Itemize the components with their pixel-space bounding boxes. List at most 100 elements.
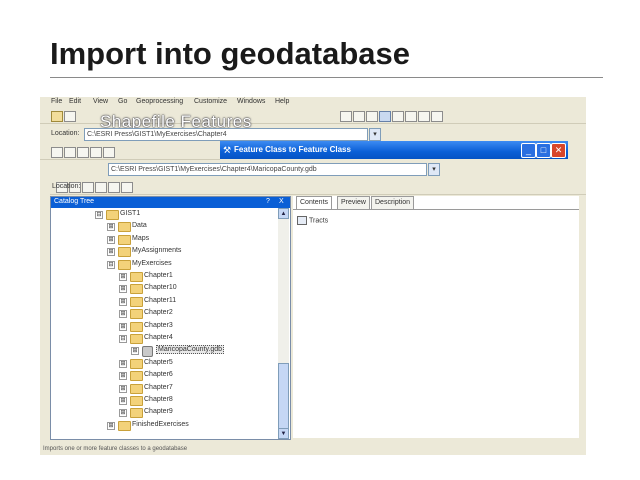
tree-item[interactable]: ⊞ MaricopaCounty.gdb (51, 345, 276, 358)
expand-icon[interactable]: ⊞ (107, 223, 115, 232)
tree-item[interactable]: ⊞ Chapter11 (51, 296, 276, 308)
close-pane-button[interactable]: X (279, 198, 284, 205)
tree-item[interactable]: ⊟ GIST1 (51, 209, 276, 221)
tree-item-label: GIST1 (120, 210, 141, 217)
list-item[interactable]: Tracts (297, 216, 328, 225)
tree-item[interactable]: ⊞ Chapter8 (51, 395, 276, 407)
expand-icon[interactable]: ⊞ (119, 384, 127, 393)
menu-geoprocessing[interactable]: Geoprocessing (136, 98, 183, 105)
full-extent-icon[interactable] (379, 111, 391, 122)
tab-contents[interactable]: Contents (296, 196, 333, 210)
folder-icon (130, 408, 143, 419)
menu-view[interactable]: View (93, 98, 108, 105)
menu-go[interactable]: Go (118, 98, 127, 105)
status-bar: Imports one or more feature classes to a… (40, 445, 586, 455)
tree-item[interactable]: ⊟ Chapter4 (51, 333, 276, 345)
expand-icon[interactable]: ⊞ (107, 235, 115, 244)
status-text: Imports one or more feature classes to a… (43, 446, 188, 452)
tree-item-label: Maps (132, 234, 150, 242)
folder-icon (130, 321, 143, 332)
tree-item[interactable]: ⊞ Chapter7 (51, 383, 276, 395)
menu-bar: File Edit View Go Geoprocessing Customiz… (40, 97, 586, 108)
refresh-icon[interactable] (121, 182, 133, 193)
expand-icon[interactable]: ⊞ (119, 297, 127, 306)
info-icon[interactable] (431, 111, 443, 122)
copy-icon[interactable] (51, 147, 63, 158)
tree-item[interactable]: ⊞ Chapter10 (51, 283, 276, 295)
location-dropdown-top[interactable]: ▾ (369, 128, 381, 141)
tree-item-label: Chapter7 (144, 383, 173, 391)
expand-icon[interactable]: ⊞ (119, 397, 127, 405)
paste-icon[interactable] (64, 147, 76, 158)
expand-icon[interactable]: ⊞ (119, 273, 127, 281)
tree-item[interactable]: ⊞ Chapter9 (51, 407, 276, 419)
tree-item[interactable]: ⊞ Chapter6 (51, 370, 276, 382)
expand-icon[interactable]: ⊞ (119, 359, 127, 368)
menu-customize[interactable]: Customize (194, 98, 227, 105)
help-button[interactable]: ? (266, 198, 270, 205)
tab-preview[interactable]: Preview (337, 196, 370, 210)
location-input-top[interactable]: C:\ESRI Press\GIST1\MyExercises\Chapter4 (84, 128, 368, 141)
tab-description[interactable]: Description (371, 196, 415, 210)
location-input-second[interactable]: C:\ESRI Press\GIST1\MyExercises\Chapter4… (108, 163, 427, 176)
list-view-icon[interactable] (108, 182, 120, 193)
catalog-toolbar (40, 144, 220, 160)
expand-icon[interactable]: ⊞ (119, 285, 127, 294)
new-folder-icon[interactable] (82, 182, 94, 193)
menu-help[interactable]: Help (275, 98, 289, 105)
zoom-out-icon[interactable] (353, 111, 365, 122)
close-button[interactable]: ✕ (551, 143, 566, 158)
feature-class-icon (297, 216, 307, 225)
connect-folder-icon[interactable] (64, 111, 76, 122)
dialog-toolbar (50, 179, 586, 195)
expand-icon[interactable]: ⊞ (131, 347, 139, 356)
menu-windows[interactable]: Windows (237, 98, 265, 105)
tree-item[interactable]: ⊞ MyAssignments (51, 246, 276, 258)
maximize-button[interactable]: □ (536, 143, 551, 158)
tree-item[interactable]: ⊞ Data (51, 221, 276, 233)
tree-item[interactable]: ⊟ MyExercises (51, 259, 276, 271)
up-one-level-icon[interactable] (51, 111, 63, 122)
minimize-button[interactable]: _ (521, 143, 536, 158)
catalog-tree-panel: Catalog Tree ? X ⊟ GIST1 ⊞ Data ⊞ Maps ⊞ MyAssi… (50, 196, 291, 440)
expand-icon[interactable]: ⊞ (107, 248, 115, 257)
back-icon[interactable] (392, 111, 404, 122)
tree-item[interactable]: ⊞ Chapter5 (51, 358, 276, 370)
collapse-icon[interactable]: ⊟ (107, 260, 115, 269)
tree-item-label: MaricopaCounty.gdb (156, 345, 225, 355)
tree-item[interactable]: ⊞ Chapter1 (51, 271, 276, 283)
menu-edit[interactable]: Edit (69, 98, 81, 105)
delete-icon[interactable] (77, 147, 89, 158)
tree-item[interactable]: ⊞ Chapter3 (51, 321, 276, 333)
tree-item[interactable]: ⊞ FinishedExercises (51, 420, 276, 432)
collapse-icon[interactable]: ⊟ (119, 335, 127, 343)
connect-icon[interactable] (95, 182, 107, 193)
thumbnails-icon[interactable] (103, 147, 115, 158)
tree-item-label: Chapter2 (144, 309, 173, 317)
forward-icon[interactable] (405, 111, 417, 122)
details-view-icon[interactable] (90, 147, 102, 158)
folder-icon (118, 234, 131, 245)
expand-icon[interactable]: ⊞ (119, 409, 127, 418)
tree-item[interactable]: ⊞ Chapter2 (51, 308, 276, 320)
scroll-thumb[interactable] (278, 363, 289, 433)
collapse-icon[interactable]: ⊟ (95, 211, 103, 219)
arccatalog-screenshot: File Edit View Go Geoprocessing Customiz… (40, 97, 586, 455)
tree-item-label: Chapter11 (144, 296, 177, 304)
location-label: Location: (51, 130, 80, 137)
list-item-label: Tracts (309, 217, 329, 225)
expand-icon[interactable]: ⊞ (119, 372, 127, 381)
pan-icon[interactable] (366, 111, 378, 122)
zoom-in-icon[interactable] (340, 111, 352, 122)
identify-icon[interactable] (418, 111, 430, 122)
scroll-down-icon[interactable]: ▼ (278, 428, 289, 439)
expand-icon[interactable]: ⊞ (119, 322, 127, 331)
scroll-up-icon[interactable]: ▲ (278, 208, 289, 219)
location-dropdown-second[interactable]: ▾ (428, 163, 440, 176)
tree-scrollbar[interactable]: ▲ ▼ (278, 208, 289, 439)
tree-item[interactable]: ⊞ Maps (51, 234, 276, 246)
menu-file[interactable]: File (51, 98, 62, 105)
expand-icon[interactable]: ⊞ (107, 421, 115, 430)
folder-icon (130, 284, 143, 295)
expand-icon[interactable]: ⊞ (119, 310, 127, 319)
